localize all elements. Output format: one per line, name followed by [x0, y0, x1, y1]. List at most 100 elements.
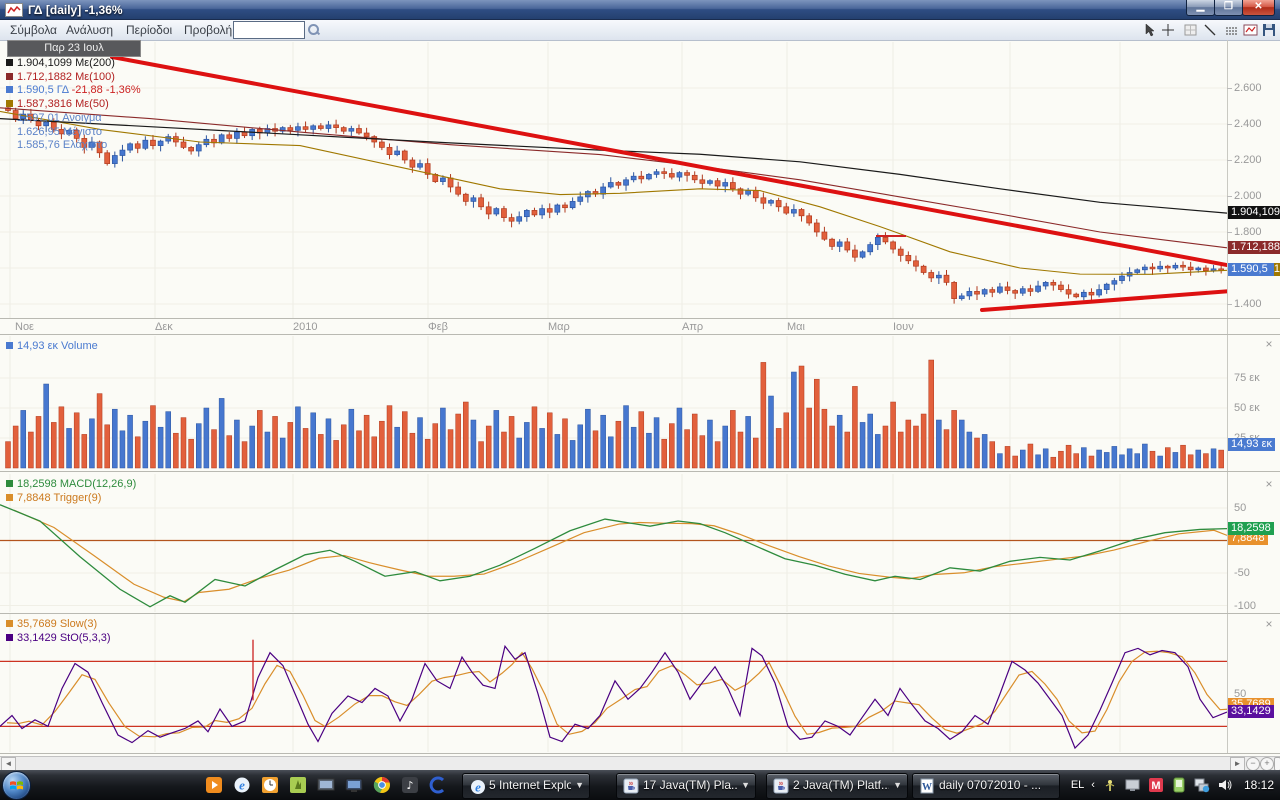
display-icon[interactable] [1125, 777, 1141, 793]
axis-tick-mark [1227, 232, 1232, 233]
legend-swatch [6, 480, 13, 487]
dots-grid-icon[interactable] [1224, 23, 1240, 38]
scroll-right-button[interactable]: ► [1230, 757, 1245, 771]
signal-icon[interactable] [1102, 777, 1118, 793]
taskbar-clock[interactable]: 18:12 [1244, 778, 1274, 792]
zoom-out-button[interactable]: − [1246, 757, 1260, 771]
price-tag: 1.590,5 [1228, 263, 1274, 276]
java-icon [773, 778, 789, 794]
legend-row: 1.590,5 ΓΔ -21,88 -1,36% [6, 84, 141, 96]
axis-tick-mark [1227, 88, 1232, 89]
internet-explorer-icon: e [469, 778, 485, 794]
x-axis-label: 2010 [293, 321, 317, 333]
task-button-4[interactable]: Wdaily 07072010 - ... [912, 773, 1060, 799]
axis-tick-mark [1227, 160, 1232, 161]
x-axis-label: Απρ [682, 321, 703, 333]
panel-separator [0, 753, 1280, 754]
c-swoosh-icon[interactable] [429, 776, 447, 794]
horizontal-scrollbar[interactable] [0, 756, 1280, 771]
menu-symbols[interactable]: Σύμβολα [6, 22, 61, 38]
java-icon [623, 778, 639, 794]
menu-periods[interactable]: Περίοδοι [122, 22, 176, 38]
clock-icon[interactable] [261, 776, 279, 794]
search-icon[interactable] [308, 24, 320, 36]
zoom-in-button[interactable]: + [1260, 757, 1274, 771]
x-axis-label: Δεκ [155, 321, 173, 333]
date-tooltip: Παρ 23 Ιουλ [7, 40, 141, 57]
speaker-icon[interactable] [1217, 777, 1233, 793]
messenger-icon[interactable] [1171, 777, 1187, 793]
price-axis-label: 1.400 [1234, 298, 1262, 310]
symbol-search-input[interactable] [233, 21, 305, 39]
window-chart-icon [5, 3, 23, 17]
svg-text:W: W [922, 782, 932, 793]
media-player-icon[interactable] [205, 776, 223, 794]
remote-desktop-icon[interactable] [317, 776, 335, 794]
crosshair-icon[interactable] [1161, 23, 1177, 38]
axis-tick-mark [1227, 124, 1232, 125]
task-button-1[interactable]: e 5 Internet Explorer ▼ [462, 773, 590, 799]
scroll-left-button[interactable]: ◄ [1, 757, 16, 771]
trendline-tool-icon[interactable] [1203, 23, 1219, 38]
system-tray: EL ‹ M 18:12 [1071, 770, 1278, 800]
internet-explorer-icon[interactable]: e [233, 776, 251, 794]
minimize-button[interactable]: ▁ [1186, 0, 1215, 16]
network-icon[interactable] [1194, 777, 1210, 793]
legend-swatch [6, 86, 13, 93]
indicator-legend: 7,8848 Trigger(9) [6, 492, 101, 504]
language-indicator[interactable]: EL [1071, 779, 1084, 791]
close-macd-panel-button[interactable]: × [1263, 478, 1275, 490]
chart-icon[interactable] [1243, 23, 1259, 38]
x-axis-label: Φεβ [428, 321, 448, 333]
volume-chart[interactable] [0, 336, 1228, 470]
volume-axis-label: 50 εκ [1234, 402, 1260, 414]
chevron-down-icon[interactable]: ▼ [893, 780, 902, 790]
my-computer-icon[interactable] [345, 776, 363, 794]
legend-swatch [6, 73, 13, 80]
close-stochastic-panel-button[interactable]: × [1263, 618, 1275, 630]
x-axis-label: Μαρ [548, 321, 570, 333]
m-logo-icon[interactable]: M [1148, 777, 1164, 793]
task-button-label: 2 Java(TM) Platf... [793, 778, 889, 792]
legend-row: 1.585,76 Ελάχιστο [6, 139, 107, 151]
macd-axis-label: -100 [1234, 600, 1256, 612]
menu-analysis[interactable]: Ανάλυση [62, 22, 117, 38]
macd-chart[interactable] [0, 474, 1228, 613]
price-chart[interactable] [0, 40, 1228, 335]
panel-separator [0, 613, 1280, 614]
fit-button[interactable] [1274, 757, 1280, 771]
macd-axis-label: 50 [1234, 502, 1246, 514]
start-button[interactable] [2, 771, 31, 800]
tray-chevron-icon[interactable]: ‹ [1091, 779, 1095, 791]
grid-icon[interactable] [1184, 23, 1200, 38]
price-axis-label: 2.600 [1234, 82, 1262, 94]
restore-button[interactable]: ❐ [1214, 0, 1243, 16]
winamp-icon[interactable] [289, 776, 307, 794]
save-icon[interactable] [1262, 23, 1278, 38]
menu-bar: Σύμβολα Ανάλυση Περίοδοι Προβολή [0, 20, 1280, 41]
chrome-icon[interactable] [373, 776, 391, 794]
stoch-tag: 33,1429 [1228, 705, 1274, 718]
close-volume-panel-button[interactable]: × [1263, 338, 1275, 350]
chevron-down-icon[interactable]: ▼ [575, 780, 584, 790]
title-bar[interactable]: ΓΔ [daily] -1,36% ▁ ❐ ✕ [0, 0, 1280, 20]
price-axis-label: 2.000 [1234, 190, 1262, 202]
indicator-legend: 33,1429 StΟ(5,3,3) [6, 632, 111, 644]
chevron-down-icon[interactable]: ▼ [741, 780, 750, 790]
price-tag: 1.904,109 [1228, 206, 1280, 219]
panel-separator [0, 318, 1280, 319]
stochastic-chart[interactable] [0, 614, 1228, 753]
axis-tick-mark [1227, 196, 1232, 197]
pointer-icon[interactable] [1143, 23, 1159, 38]
task-button-label: 5 Internet Explorer [489, 778, 571, 792]
svg-text:e: e [239, 778, 245, 793]
close-button[interactable]: ✕ [1242, 0, 1275, 16]
menu-view[interactable]: Προβολή [180, 22, 236, 38]
panel-separator [0, 334, 1280, 335]
task-button-2[interactable]: 17 Java(TM) Pla...▼ [616, 773, 756, 799]
axis-separator [1227, 40, 1228, 753]
task-button-3[interactable]: 2 Java(TM) Platf... ▼ [766, 773, 908, 799]
music-player-icon[interactable]: ♪ [401, 776, 419, 794]
macd-tag: 18,2598 [1228, 522, 1274, 535]
svg-text:♪: ♪ [406, 779, 413, 792]
